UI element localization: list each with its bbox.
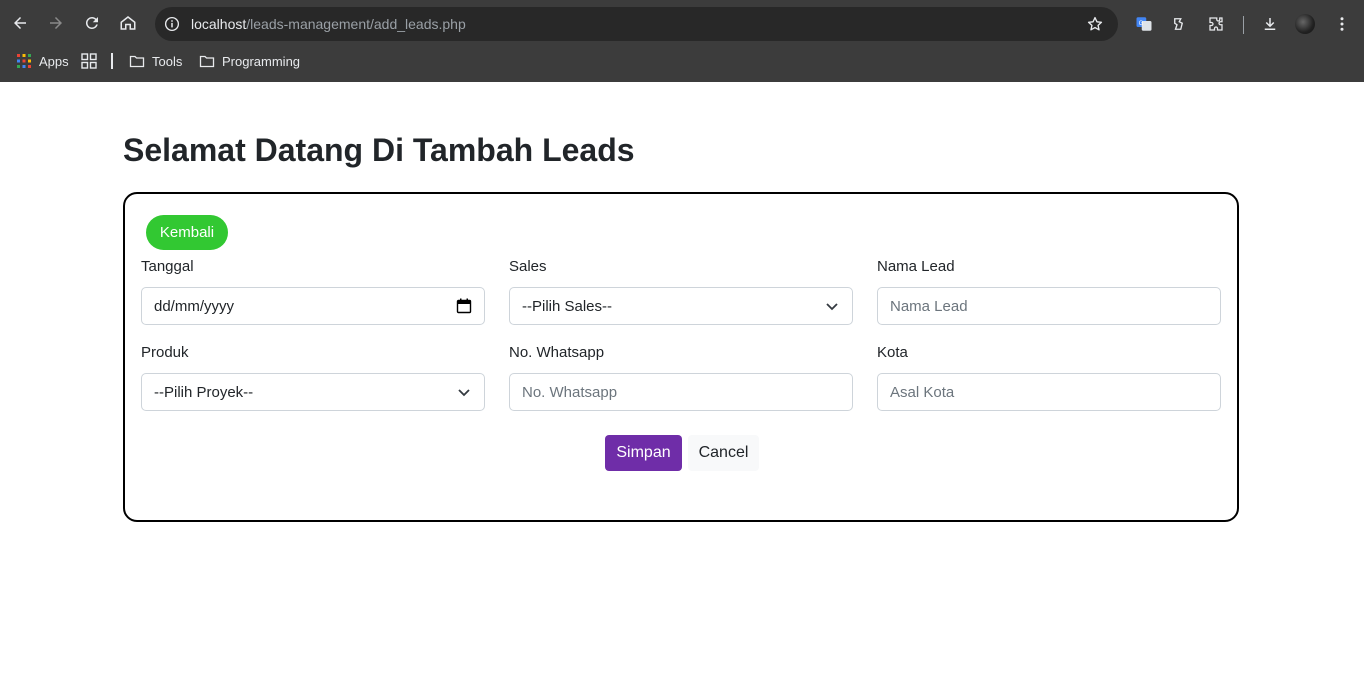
bookmark-folder-tools[interactable]: Tools <box>129 48 182 74</box>
svg-text:G: G <box>1139 21 1144 27</box>
field-produk: Produk --Pilih Proyek-- <box>141 343 485 411</box>
field-label: Kota <box>877 344 908 361</box>
folder-icon <box>129 55 145 68</box>
field-sales: Sales --Pilih Sales-- <box>509 257 853 325</box>
save-button[interactable]: Simpan <box>605 435 682 471</box>
url-text[interactable]: localhost/leads-management/add_leads.php <box>191 16 466 32</box>
bookmark-grid-button[interactable] <box>81 48 97 74</box>
kota-field[interactable] <box>877 373 1221 411</box>
apps-grid-icon <box>17 54 31 68</box>
kota-input[interactable] <box>890 383 1208 401</box>
bookmark-label: Tools <box>152 53 183 69</box>
bookmarks-divider <box>111 53 113 69</box>
field-label: Sales <box>509 258 547 275</box>
add-lead-form-card: Kembali Tanggal dd/mm/yyyy Sales --Pilih… <box>123 192 1239 522</box>
url-path: /leads-management/add_leads.php <box>246 16 466 32</box>
chevron-down-icon <box>826 303 838 311</box>
page-title: Selamat Datang Di Tambah Leads <box>123 132 635 168</box>
url-host: localhost <box>191 16 247 32</box>
bookmark-folder-programming[interactable]: Programming <box>199 48 300 74</box>
page-content: Selamat Datang Di Tambah Leads Kembali T… <box>0 82 1364 689</box>
cancel-button[interactable]: Cancel <box>688 435 759 471</box>
back-arrow-icon[interactable] <box>6 9 34 37</box>
date-input-value: dd/mm/yyyy <box>154 297 235 315</box>
produk-select-value: --Pilih Proyek-- <box>154 383 254 401</box>
bookmark-star-icon[interactable] <box>1086 15 1104 33</box>
bookmarks-bar: Apps Tools Programming <box>0 48 1364 74</box>
field-kota: Kota <box>877 343 1221 411</box>
produk-select[interactable]: --Pilih Proyek-- <box>141 373 485 411</box>
field-label: No. Whatsapp <box>509 344 605 361</box>
tab-groups-grid-icon <box>81 53 97 69</box>
sales-select[interactable]: --Pilih Sales-- <box>509 287 853 325</box>
chevron-down-icon <box>458 389 470 397</box>
profile-avatar[interactable] <box>1295 14 1315 34</box>
back-button[interactable]: Kembali <box>146 215 228 250</box>
translate-extension-icon[interactable]: G <box>1131 11 1157 37</box>
field-whatsapp: No. Whatsapp <box>509 343 853 411</box>
folder-icon <box>199 55 215 68</box>
whatsapp-input[interactable] <box>522 383 840 401</box>
date-input[interactable]: dd/mm/yyyy <box>141 287 485 325</box>
home-icon[interactable] <box>114 9 142 37</box>
download-icon[interactable] <box>1257 11 1283 37</box>
sales-select-value: --Pilih Sales-- <box>522 297 613 315</box>
address-bar[interactable]: localhost/leads-management/add_leads.php <box>155 7 1118 41</box>
toolbar-divider <box>1243 16 1244 34</box>
whatsapp-field[interactable] <box>509 373 853 411</box>
field-label: Nama Lead <box>877 258 955 275</box>
nama-lead-input[interactable] <box>890 297 1208 315</box>
browser-toolbar: localhost/leads-management/add_leads.php… <box>0 5 1364 43</box>
extensions-icon[interactable] <box>1203 11 1229 37</box>
extension-puzzle-alt-icon[interactable] <box>1167 11 1193 37</box>
reload-icon[interactable] <box>78 9 106 37</box>
field-nama-lead: Nama Lead <box>877 257 1221 325</box>
forward-arrow-icon[interactable] <box>42 9 70 37</box>
calendar-icon[interactable] <box>456 298 472 314</box>
field-tanggal: Tanggal dd/mm/yyyy <box>141 257 485 325</box>
browser-chrome: localhost/leads-management/add_leads.php… <box>0 0 1364 82</box>
menu-kebab-icon[interactable] <box>1329 11 1355 37</box>
field-label: Produk <box>141 344 189 361</box>
bookmark-label: Programming <box>222 53 301 69</box>
bookmark-label: Apps <box>39 53 69 69</box>
nama-lead-field[interactable] <box>877 287 1221 325</box>
bookmark-apps[interactable]: Apps <box>16 48 69 74</box>
field-label: Tanggal <box>141 258 194 275</box>
site-info-icon[interactable] <box>163 15 181 33</box>
